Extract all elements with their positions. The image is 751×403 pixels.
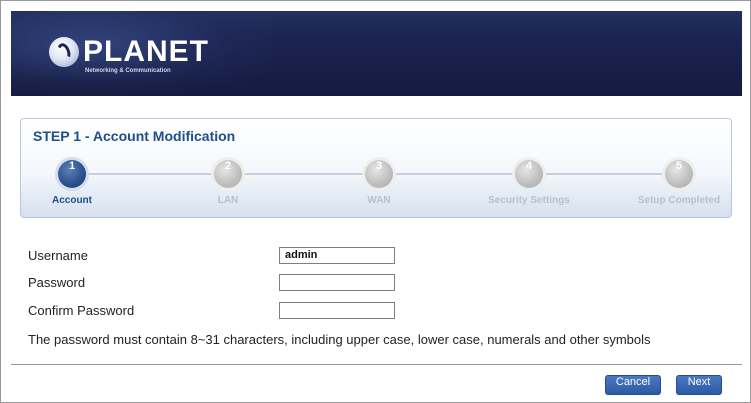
- step-5-circle: 5: [665, 160, 693, 188]
- step-1-circle: 1: [58, 160, 86, 188]
- password-label: Password: [28, 275, 86, 290]
- step-2-number: 2: [224, 160, 232, 172]
- confirm-password-label: Confirm Password: [28, 303, 135, 318]
- username-label: Username: [28, 248, 88, 263]
- cancel-button[interactable]: Cancel: [605, 375, 661, 395]
- step-1-number: 1: [68, 160, 76, 172]
- step-1-label: Account: [52, 195, 92, 206]
- footer-divider: [11, 364, 742, 365]
- step-5-label: Setup Completed: [637, 195, 721, 206]
- planet-logo-icon: [49, 37, 79, 67]
- step-2-circle: 2: [214, 160, 242, 188]
- wizard-progress-panel: STEP 1 - Account Modification 1 2 3 4 5 …: [20, 118, 732, 218]
- step-4-circle: 4: [515, 160, 543, 188]
- header-banner: PLANET Networking & Communication: [11, 11, 742, 96]
- brand-name: PLANET: [83, 35, 209, 68]
- step-title: STEP 1 - Account Modification: [33, 128, 236, 144]
- step-3-number: 3: [375, 160, 383, 172]
- username-field[interactable]: admin: [279, 247, 395, 264]
- step-4-number: 4: [525, 160, 533, 172]
- confirm-password-field[interactable]: [279, 302, 395, 319]
- password-requirements-note: The password must contain 8~31 character…: [28, 332, 651, 347]
- step-3-label: WAN: [367, 195, 391, 206]
- setup-wizard-window: PLANET Networking & Communication STEP 1…: [0, 0, 751, 403]
- step-3-circle: 3: [365, 160, 393, 188]
- step-4-label: Security Settings: [488, 195, 570, 206]
- password-field[interactable]: [279, 274, 395, 291]
- step-2-label: LAN: [217, 195, 239, 206]
- brand-tagline: Networking & Communication: [85, 68, 171, 74]
- step-5-number: 5: [675, 160, 683, 172]
- planet-logo: PLANET Networking & Communication: [49, 37, 208, 83]
- next-button[interactable]: Next: [676, 375, 722, 395]
